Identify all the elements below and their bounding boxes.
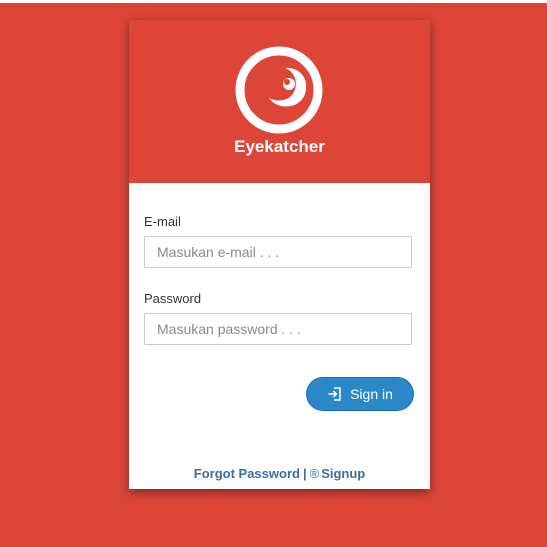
signup-link[interactable]: Signup [321, 466, 365, 481]
top-border [0, 0, 547, 3]
email-input[interactable] [144, 236, 412, 268]
sign-in-icon [328, 387, 341, 401]
login-card: Eyekatcher E-mail Password Sign in Forgo… [129, 20, 430, 489]
card-header: Eyekatcher [129, 20, 430, 183]
password-input[interactable] [144, 313, 412, 345]
password-label: Password [144, 291, 202, 306]
link-separator: | [302, 466, 307, 481]
sign-in-label: Sign in [350, 386, 393, 402]
email-label: E-mail [144, 214, 181, 229]
footer-links: Forgot Password | ® Signup [129, 466, 430, 481]
forgot-password-link[interactable]: Forgot Password [194, 466, 300, 481]
eye-logo-icon [235, 46, 323, 134]
sign-in-button[interactable]: Sign in [306, 377, 414, 411]
app-title: Eyekatcher [234, 137, 325, 156]
signup-symbol-icon: ® [309, 466, 320, 481]
